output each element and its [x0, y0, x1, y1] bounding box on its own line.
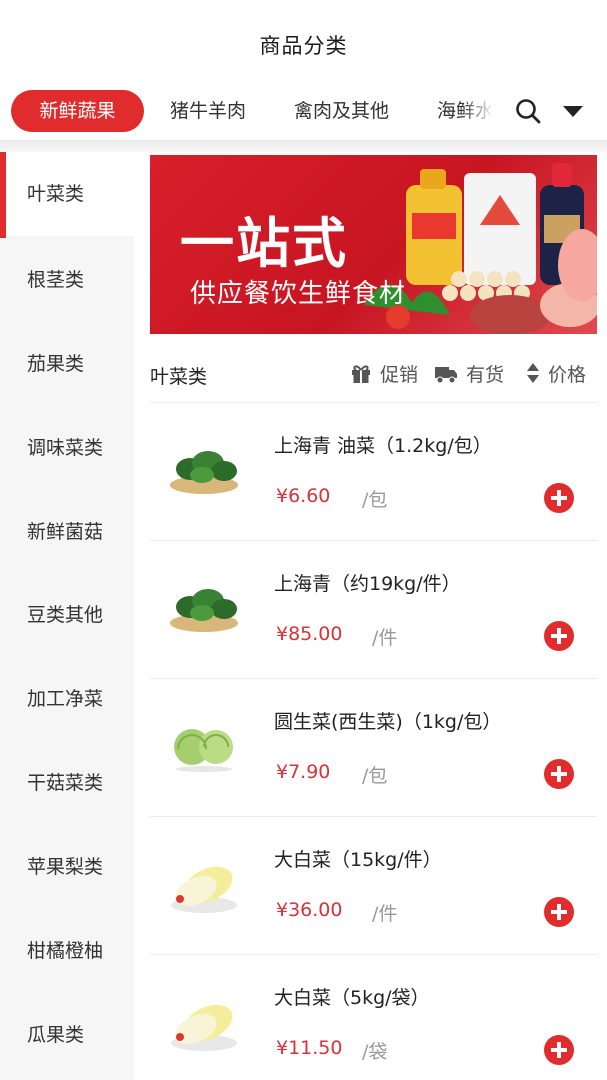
sidebar-item-apples-pears[interactable]: 苹果梨类	[0, 825, 134, 909]
sidebar-item-seasoning-vegetables[interactable]: 调味菜类	[0, 406, 134, 490]
product-price: ¥11.50	[276, 1037, 343, 1059]
sidebar-item-beans-other[interactable]: 豆类其他	[0, 573, 134, 657]
add-to-cart-button[interactable]	[544, 483, 574, 513]
product-name: 圆生菜(西生菜)（1kg/包）	[274, 711, 502, 733]
divider	[0, 140, 607, 152]
add-to-cart-button[interactable]	[544, 897, 574, 927]
product-item[interactable]: 上海青（约19kg/件） ¥85.00 /件	[150, 540, 597, 678]
product-thumbnail	[171, 866, 237, 913]
product-price: ¥36.00	[276, 899, 343, 921]
page-title: 商品分类	[259, 34, 348, 58]
sort-icon	[527, 363, 539, 383]
gift-icon	[352, 365, 370, 383]
product-price: ¥7.90	[276, 761, 331, 783]
product-thumbnail	[174, 729, 233, 772]
tab-fresh-produce[interactable]: 新鲜蔬果	[11, 90, 144, 132]
filter-in-stock[interactable]: 有货	[434, 360, 504, 390]
product-unit: /包	[362, 489, 388, 511]
search-icon[interactable]	[514, 97, 542, 125]
sidebar-item-melons[interactable]: 瓜果类	[0, 993, 134, 1077]
tab-poultry-other[interactable]: 禽肉及其他	[294, 90, 389, 132]
product-name: 上海青（约19kg/件）	[274, 573, 461, 595]
sidebar-item-leafy-greens[interactable]: 叶菜类	[0, 152, 134, 238]
category-sidebar: 叶菜类 根茎类 茄果类 调味菜类 新鲜菌菇 豆类其他 加工净菜 干菇菜类 苹果梨…	[0, 152, 134, 1080]
product-unit: /件	[372, 903, 398, 925]
filter-price-label: 价格	[548, 364, 587, 386]
product-price: ¥85.00	[276, 623, 343, 645]
sidebar-item-nightshades[interactable]: 茄果类	[0, 322, 134, 406]
product-item[interactable]: 大白菜（15kg/件） ¥36.00 /件	[150, 816, 597, 954]
product-thumbnail	[171, 1004, 237, 1051]
product-name: 大白菜（5kg/袋）	[274, 987, 430, 1009]
sidebar-item-root-vegetables[interactable]: 根茎类	[0, 238, 134, 322]
banner-title: 一站式	[180, 212, 348, 275]
filter-in-stock-label: 有货	[466, 364, 505, 386]
section-header: 叶菜类 促销 有货 价格	[150, 352, 597, 398]
truck-icon	[435, 367, 457, 384]
product-price: ¥6.60	[276, 485, 331, 507]
product-unit: /袋	[362, 1041, 388, 1063]
tab-pork-beef-lamb[interactable]: 猪牛羊肉	[170, 90, 246, 132]
top-bar: 商品分类	[0, 0, 607, 86]
add-to-cart-button[interactable]	[544, 621, 574, 651]
product-thumbnail	[170, 451, 238, 494]
sidebar-item-citrus[interactable]: 柑橘橙柚	[0, 909, 134, 993]
product-item[interactable]: 大白菜（5kg/袋） ¥11.50 /袋	[150, 954, 597, 1080]
filter-price-sort[interactable]: 价格	[526, 360, 586, 390]
sidebar-item-processed-vegetables[interactable]: 加工净菜	[0, 657, 134, 741]
product-unit: /件	[372, 627, 398, 649]
section-title: 叶菜类	[150, 366, 208, 388]
caret-down-icon[interactable]	[561, 103, 585, 119]
promo-banner[interactable]: 一站式 供应餐饮生鲜食材	[150, 155, 597, 334]
product-item[interactable]: 圆生菜(西生菜)（1kg/包） ¥7.90 /包	[150, 678, 597, 816]
product-panel: 一站式 供应餐饮生鲜食材 叶菜类 促销 有货 价格 上海青 油菜（1.2kg/包…	[134, 152, 607, 1080]
category-tabs: 新鲜蔬果 猪牛羊肉 禽肉及其他 海鲜水	[0, 86, 607, 140]
sidebar-item-fresh-mushrooms[interactable]: 新鲜菌菇	[0, 490, 134, 574]
filter-promo[interactable]: 促销	[350, 360, 418, 390]
tab-fade	[462, 86, 502, 140]
product-name: 上海青 油菜（1.2kg/包）	[274, 435, 492, 457]
sidebar-item-dried-mushrooms[interactable]: 干菇菜类	[0, 741, 134, 825]
banner-subtitle: 供应餐饮生鲜食材	[190, 279, 407, 309]
add-to-cart-button[interactable]	[544, 759, 574, 789]
product-name: 大白菜（15kg/件）	[274, 849, 442, 871]
add-to-cart-button[interactable]	[544, 1035, 574, 1065]
product-thumbnail	[170, 589, 238, 632]
product-item[interactable]: 上海青 油菜（1.2kg/包） ¥6.60 /包	[150, 402, 597, 540]
filter-promo-label: 促销	[380, 364, 419, 386]
product-unit: /包	[362, 765, 388, 787]
